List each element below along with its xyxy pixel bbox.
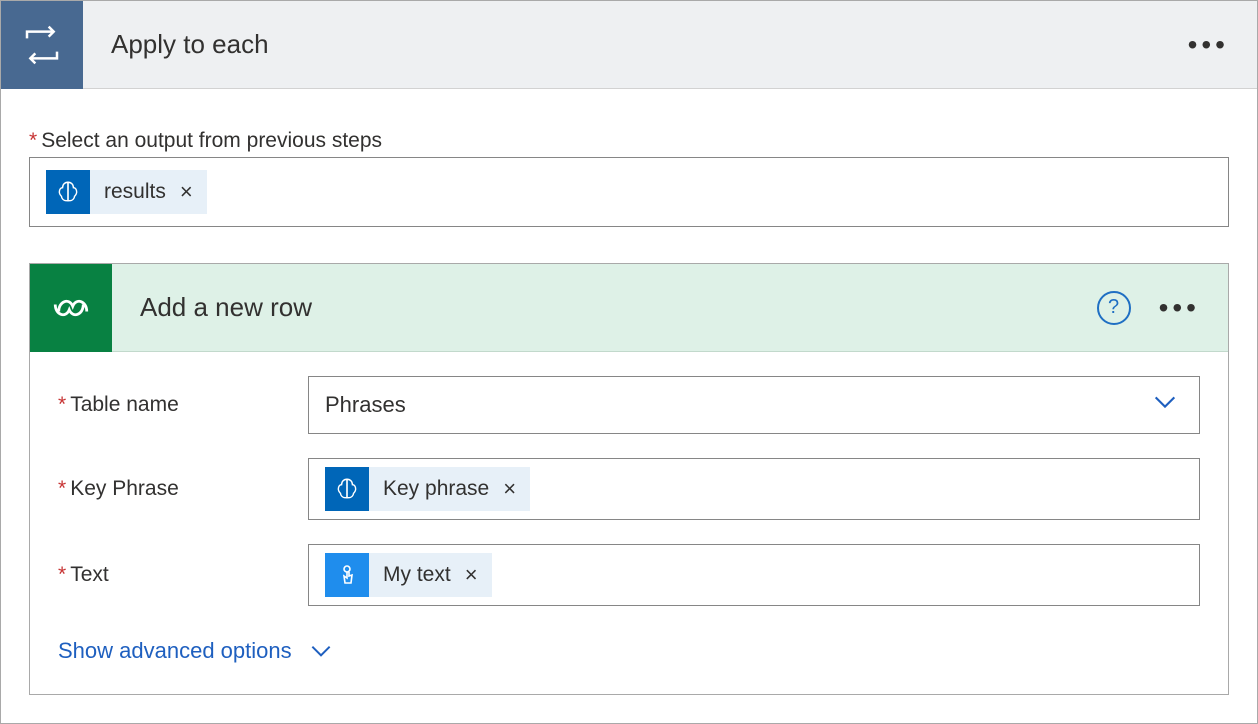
results-token[interactable]: results × (46, 170, 207, 214)
key-phrase-token-label: Key phrase (369, 477, 503, 501)
table-name-select[interactable]: Phrases (308, 376, 1200, 434)
loop-icon (1, 1, 83, 89)
inner-title: Add a new row (112, 292, 1097, 323)
results-token-remove[interactable]: × (180, 179, 207, 205)
text-row: *Text My text × (58, 544, 1200, 606)
brain-icon (325, 467, 369, 511)
show-advanced-options[interactable]: Show advanced options (58, 638, 334, 664)
my-text-token[interactable]: My text × (325, 553, 492, 597)
dataverse-icon (30, 264, 112, 352)
text-label: *Text (58, 563, 308, 587)
key-phrase-label: *Key Phrase (58, 477, 308, 501)
table-name-value: Phrases (325, 392, 406, 418)
brain-icon (46, 170, 90, 214)
outer-title: Apply to each (83, 29, 1188, 60)
add-row-card: Add a new row ? ••• *Table name Phrases (29, 263, 1229, 695)
inner-more-menu[interactable]: ••• (1159, 294, 1200, 322)
chevron-down-icon (1151, 388, 1179, 422)
chevron-down-icon (308, 638, 334, 664)
key-phrase-token-remove[interactable]: × (503, 476, 530, 502)
help-icon[interactable]: ? (1097, 291, 1131, 325)
my-text-token-remove[interactable]: × (465, 562, 492, 588)
table-name-label: *Table name (58, 393, 308, 417)
my-text-token-label: My text (369, 563, 465, 587)
results-token-label: results (90, 180, 180, 204)
show-advanced-label: Show advanced options (58, 638, 292, 664)
apply-to-each-card: Apply to each ••• *Select an output from… (0, 0, 1258, 724)
key-phrase-row: *Key Phrase Key phrase × (58, 458, 1200, 520)
select-output-input[interactable]: results × (29, 157, 1229, 227)
key-phrase-token[interactable]: Key phrase × (325, 467, 530, 511)
touch-icon (325, 553, 369, 597)
text-input[interactable]: My text × (308, 544, 1200, 606)
inner-header: Add a new row ? ••• (30, 264, 1228, 352)
table-name-row: *Table name Phrases (58, 376, 1200, 434)
key-phrase-input[interactable]: Key phrase × (308, 458, 1200, 520)
outer-more-menu[interactable]: ••• (1188, 31, 1229, 59)
select-output-label: *Select an output from previous steps (29, 129, 1229, 153)
outer-header: Apply to each ••• (1, 1, 1257, 89)
